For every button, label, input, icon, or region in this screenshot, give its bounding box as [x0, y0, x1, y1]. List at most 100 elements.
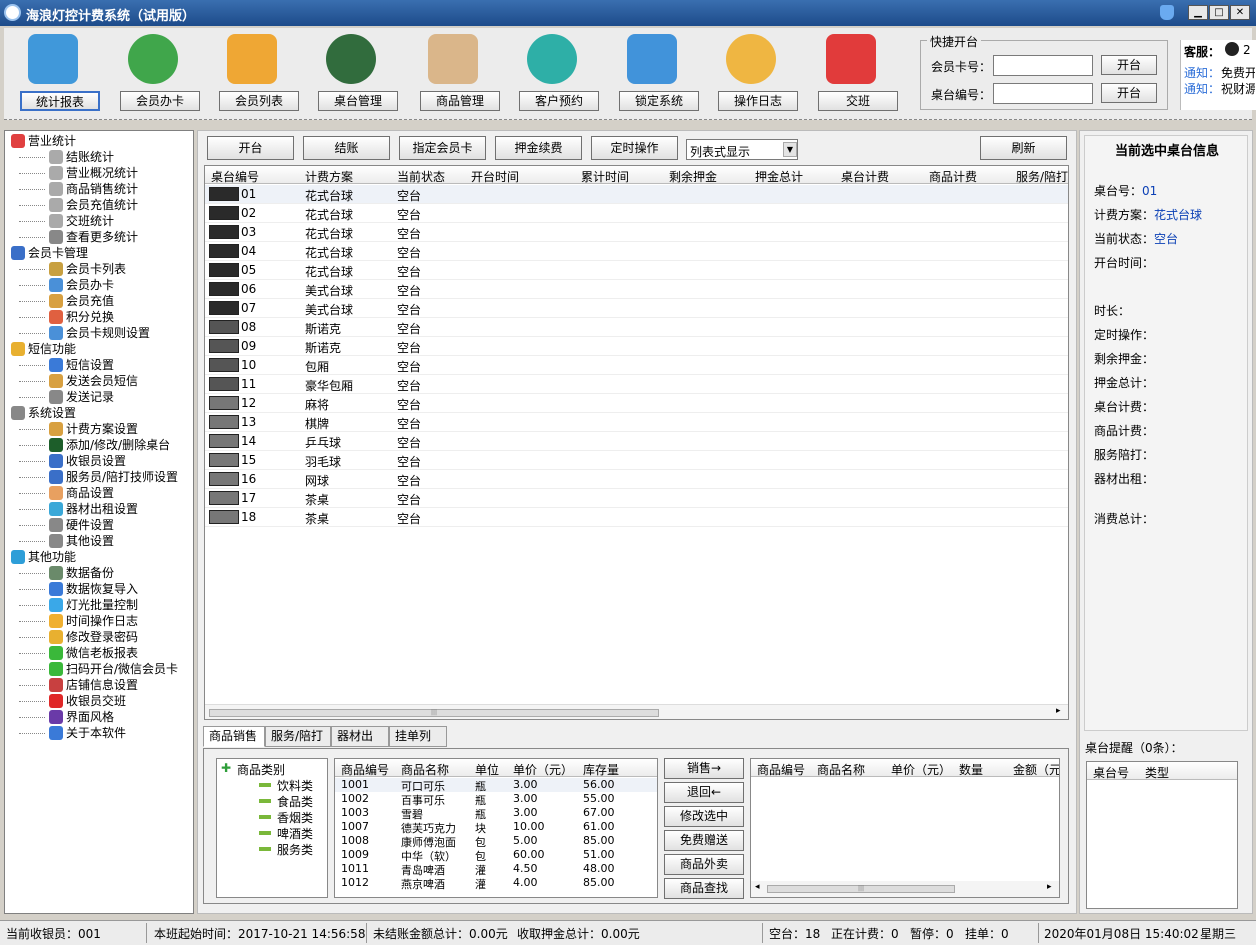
assign-card-button[interactable]: 指定会员卡 [399, 136, 486, 160]
tree-item-28[interactable]: 数据备份 [19, 565, 114, 581]
tree-item-label[interactable]: 店铺信息设置 [66, 678, 138, 692]
sold-col-1[interactable]: 商品编号 [757, 761, 805, 778]
tree-item-30[interactable]: 灯光批量控制 [19, 597, 138, 613]
tree-item-18[interactable]: 系统设置 [11, 405, 76, 421]
checkout-button[interactable]: 结账 [303, 136, 390, 160]
toolbar-button-6[interactable]: 客户预约 [505, 28, 600, 118]
tree-item-4[interactable]: 商品销售统计 [19, 181, 138, 197]
tree-item-label[interactable]: 交班统计 [66, 214, 114, 228]
chevron-down-icon[interactable]: ▼ [783, 142, 797, 157]
grid-col-6[interactable]: 剩余押金 [669, 168, 717, 185]
tree-item-label[interactable]: 其他功能 [28, 550, 76, 564]
tree-item-label[interactable]: 系统设置 [28, 406, 76, 420]
scroll-thumb[interactable]: ||| [209, 709, 659, 717]
tree-item-9[interactable]: 会员卡列表 [19, 261, 126, 277]
toolbar-label-1[interactable]: 统计报表 [20, 91, 100, 111]
grid-col-1[interactable]: 桌台编号 [211, 168, 259, 185]
table-row[interactable]: 04 花式台球 空台 [205, 242, 1068, 261]
timer-button[interactable]: 定时操作 [591, 136, 678, 160]
table-row[interactable]: 15 羽毛球 空台 [205, 451, 1068, 470]
tab-1[interactable]: 商品销售 [203, 726, 265, 747]
tree-item-8[interactable]: 会员卡管理 [11, 245, 88, 261]
tree-item-label[interactable]: 会员卡规则设置 [66, 326, 150, 340]
tree-item-label[interactable]: 积分兑换 [66, 310, 114, 324]
table-row[interactable]: 07 美式台球 空台 [205, 299, 1068, 318]
category-root[interactable]: 商品类别 [237, 761, 285, 778]
tree-item-36[interactable]: 收银员交班 [19, 693, 126, 709]
tree-item-34[interactable]: 扫码开台/微信会员卡 [19, 661, 178, 677]
tree-item-16[interactable]: 发送会员短信 [19, 373, 138, 389]
tree-item-label[interactable]: 会员办卡 [66, 278, 114, 292]
tree-item-37[interactable]: 界面风格 [19, 709, 114, 725]
tree-item-24[interactable]: 器材出租设置 [19, 501, 138, 517]
service-qq[interactable]: 2 [1243, 43, 1251, 57]
product-col-5[interactable]: 库存量 [583, 761, 619, 778]
toolbar-button-1[interactable]: 统计报表 [6, 28, 101, 118]
tree-item-21[interactable]: 收银员设置 [19, 453, 126, 469]
tree-item-label[interactable]: 商品设置 [66, 486, 114, 500]
notice-text-1[interactable]: 免费开 [1221, 64, 1255, 81]
reminder-col-type[interactable]: 类型 [1145, 764, 1169, 781]
scroll-right-icon[interactable]: ▸ [1047, 882, 1052, 892]
close-button[interactable]: ✕ [1230, 5, 1250, 20]
tree-item-23[interactable]: 商品设置 [19, 485, 114, 501]
product-col-2[interactable]: 商品名称 [401, 761, 449, 778]
grid-col-8[interactable]: 桌台计费 [841, 168, 889, 185]
tree-item-19[interactable]: 计费方案设置 [19, 421, 138, 437]
table-row[interactable]: 05 花式台球 空台 [205, 261, 1068, 280]
tree-item-7[interactable]: 查看更多统计 [19, 229, 138, 245]
tree-item-32[interactable]: 修改登录密码 [19, 629, 138, 645]
tree-item-1[interactable]: 营业统计 [11, 133, 76, 149]
toolbar-label-8[interactable]: 操作日志 [718, 91, 798, 111]
quick-open-card-button[interactable]: 开台 [1101, 55, 1157, 75]
tree-item-10[interactable]: 会员办卡 [19, 277, 114, 293]
product-col-4[interactable]: 单价（元） [513, 761, 573, 778]
product-row[interactable]: 1008 康师傅泡面包 5.00 85.00 [335, 834, 657, 849]
tab-4[interactable]: 挂单列表 [389, 726, 447, 762]
tab-2[interactable]: 服务/陪打 [265, 726, 331, 747]
tree-item-15[interactable]: 短信设置 [19, 357, 114, 373]
minimize-button[interactable]: ▁ [1188, 5, 1208, 20]
table-row[interactable]: 03 花式台球 空台 [205, 223, 1068, 242]
expand-icon[interactable]: ✚ [221, 761, 231, 775]
tree-item-label[interactable]: 收银员交班 [66, 694, 126, 708]
toolbar-label-5[interactable]: 商品管理 [420, 91, 500, 111]
tree-item-13[interactable]: 会员卡规则设置 [19, 325, 150, 341]
grid-col-10[interactable]: 服务/陪打 [1016, 168, 1068, 185]
takeout-button[interactable]: 商品外卖 [664, 854, 744, 875]
toolbar-label-2[interactable]: 会员办卡 [120, 91, 200, 111]
product-col-1[interactable]: 商品编号 [341, 761, 389, 778]
sold-col-4[interactable]: 数量 [959, 761, 983, 778]
tree-item-label[interactable]: 结账统计 [66, 150, 114, 164]
category-item[interactable]: 饮料类 [277, 777, 313, 794]
table-row[interactable]: 11 豪华包厢 空台 [205, 375, 1068, 394]
table-row[interactable]: 09 斯诺克 空台 [205, 337, 1068, 356]
tree-item-27[interactable]: 其他功能 [11, 549, 76, 565]
sold-scroll-thumb[interactable]: ||| [767, 885, 955, 893]
tree-item-11[interactable]: 会员充值 [19, 293, 114, 309]
product-row[interactable]: 1007 德芙巧克力块 10.00 61.00 [335, 820, 657, 835]
product-row[interactable]: 1011 青岛啤酒灌 4.50 48.00 [335, 862, 657, 877]
toolbar-button-9[interactable]: 交班 [804, 28, 899, 118]
toolbar-button-2[interactable]: 会员办卡 [106, 28, 201, 118]
category-item[interactable]: 香烟类 [277, 809, 313, 826]
view-mode-select[interactable]: 列表式显示 ▼ [686, 139, 798, 160]
tree-item-33[interactable]: 微信老板报表 [19, 645, 138, 661]
tree-item-29[interactable]: 数据恢复导入 [19, 581, 138, 597]
tree-item-label[interactable]: 硬件设置 [66, 518, 114, 532]
tree-item-label[interactable]: 营业概况统计 [66, 166, 138, 180]
tree-item-label[interactable]: 界面风格 [66, 710, 114, 724]
quick-open-table-button[interactable]: 开台 [1101, 83, 1157, 103]
product-row[interactable]: 1003 雪碧瓶 3.00 67.00 [335, 806, 657, 821]
product-row[interactable]: 1012 燕京啤酒 灌 4.00 85.00 [335, 876, 657, 891]
scroll-left-icon[interactable]: ◂ [755, 882, 760, 892]
table-row[interactable]: 12 麻将 空台 [205, 394, 1068, 413]
tree-item-6[interactable]: 交班统计 [19, 213, 114, 229]
tree-item-label[interactable]: 发送记录 [66, 390, 114, 404]
free-gift-button[interactable]: 免费赠送 [664, 830, 744, 851]
tree-item-3[interactable]: 营业概况统计 [19, 165, 138, 181]
scroll-right-icon[interactable]: ▸ [1056, 706, 1061, 716]
product-search-button[interactable]: 商品查找 [664, 878, 744, 899]
tree-item-label[interactable]: 时间操作日志 [66, 614, 138, 628]
product-row[interactable]: 1009 中华（软）包 60.00 51.00 [335, 848, 657, 863]
